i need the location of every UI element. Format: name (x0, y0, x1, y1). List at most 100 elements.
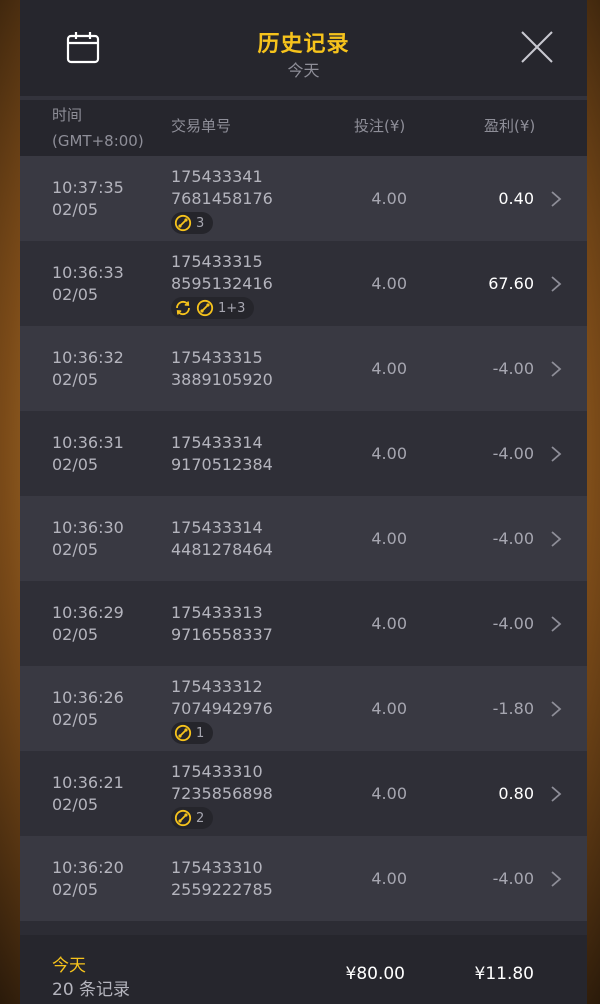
history-row[interactable]: 10:36:33 02/05 175433315 8595132416 1+3 4.00 6… (20, 241, 587, 326)
row-profit: -4.00 (492, 444, 534, 463)
row-time-value: 10:36:30 (52, 518, 124, 537)
row-order-id: 175433313 9716558337 (171, 602, 273, 646)
chevron-right-icon[interactable] (550, 870, 562, 888)
column-time-label: 时间 (52, 106, 83, 124)
chevron-right-icon[interactable] (550, 530, 562, 548)
row-date-value: 02/05 (52, 455, 99, 474)
chevron-right-icon[interactable] (550, 785, 562, 803)
history-row[interactable]: 10:36:30 02/05 175433314 4481278464 4.00 -4.0… (20, 496, 587, 581)
history-row[interactable]: 10:36:20 02/05 175433310 2559222785 4.00 -4.0… (20, 836, 587, 921)
row-profit: -4.00 (492, 359, 534, 378)
row-order-id: 175433310 2559222785 (171, 857, 273, 901)
row-order-part1: 175433312 (171, 677, 263, 696)
row-order-part1: 175433341 (171, 167, 263, 186)
row-time-value: 10:36:29 (52, 603, 124, 622)
row-bet: 4.00 (371, 444, 407, 463)
row-bet: 4.00 (371, 869, 407, 888)
row-time-value: 10:36:21 (52, 773, 124, 792)
row-order-part2: 9716558337 (171, 625, 273, 644)
feature-badge: 2 (171, 807, 214, 829)
row-time-value: 10:36:26 (52, 688, 124, 707)
free-spin-icon (174, 809, 192, 827)
row-order-part1: 175433315 (171, 252, 263, 271)
row-time: 10:36:30 02/05 (52, 517, 124, 561)
feature-badge: 1 (171, 722, 214, 744)
row-bet: 4.00 (371, 274, 407, 293)
history-panel: 历史记录 今天 时间 (GMT+8:00) 交易单号 投注(¥) 盈利(¥) 1… (20, 0, 587, 1004)
row-profit: -4.00 (492, 614, 534, 633)
row-date-value: 02/05 (52, 625, 99, 644)
row-time: 10:36:29 02/05 (52, 602, 124, 646)
row-profit: 0.80 (498, 784, 534, 803)
summary-count: 20 条记录 (52, 980, 131, 1000)
summary-total-profit: ¥11.80 (474, 964, 534, 984)
row-time-value: 10:36:31 (52, 433, 124, 452)
row-order-id: 175433315 8595132416 (171, 251, 273, 295)
column-order: 交易单号 (171, 117, 232, 135)
feature-badge-count: 1+3 (218, 300, 246, 316)
free-spin-icon (174, 214, 192, 232)
chevron-right-icon[interactable] (550, 190, 562, 208)
row-order-part1: 175433310 (171, 762, 263, 781)
row-order-part1: 175433313 (171, 603, 263, 622)
respin-icon (176, 300, 190, 316)
row-order-id: 175433310 7235856898 (171, 761, 273, 805)
row-bet: 4.00 (371, 529, 407, 548)
free-spin-icon (196, 299, 214, 317)
row-profit: 0.40 (498, 189, 534, 208)
row-time-value: 10:36:32 (52, 348, 124, 367)
date-filter-label: 今天 (287, 61, 320, 80)
history-row[interactable]: 10:36:31 02/05 175433314 9170512384 4.00 -4.0… (20, 411, 587, 496)
row-bet: 4.00 (371, 699, 407, 718)
column-profit: 盈利(¥) (484, 117, 536, 135)
row-order-part2: 4481278464 (171, 540, 273, 559)
history-list: 10:37:35 02/05 175433341 7681458176 3 4.00 0.4… (20, 156, 587, 921)
chevron-right-icon[interactable] (550, 445, 562, 463)
row-date-value: 02/05 (52, 795, 99, 814)
row-time: 10:37:35 02/05 (52, 177, 124, 221)
row-bet: 4.00 (371, 614, 407, 633)
history-row[interactable]: 10:36:21 02/05 175433310 7235856898 2 4.00 0.8… (20, 751, 587, 836)
row-time: 10:36:26 02/05 (52, 687, 124, 731)
row-date-value: 02/05 (52, 880, 99, 899)
chevron-right-icon[interactable] (550, 700, 562, 718)
column-bet: 投注(¥) (354, 117, 406, 135)
history-row[interactable]: 10:37:35 02/05 175433341 7681458176 3 4.00 0.4… (20, 156, 587, 241)
history-row[interactable]: 10:36:32 02/05 175433315 3889105920 4.00 -4.0… (20, 326, 587, 411)
column-header: 时间 (GMT+8:00) 交易单号 投注(¥) 盈利(¥) (20, 100, 587, 156)
close-icon[interactable] (518, 28, 556, 66)
row-order-id: 175433314 4481278464 (171, 517, 273, 561)
chevron-right-icon[interactable] (550, 275, 562, 293)
column-time: 时间 (GMT+8:00) (52, 102, 144, 154)
row-profit: -1.80 (492, 699, 534, 718)
row-order-id: 175433341 7681458176 (171, 166, 273, 210)
feature-badge-count: 3 (196, 215, 205, 231)
row-profit: -4.00 (492, 869, 534, 888)
chevron-right-icon[interactable] (550, 360, 562, 378)
row-order-part1: 175433314 (171, 518, 263, 537)
history-row[interactable]: 10:36:29 02/05 175433313 9716558337 4.00 -4.0… (20, 581, 587, 666)
row-date-value: 02/05 (52, 370, 99, 389)
summary-period: 今天 (52, 956, 86, 976)
row-order-id: 175433312 7074942976 (171, 676, 273, 720)
row-bet: 4.00 (371, 359, 407, 378)
row-order-part1: 175433315 (171, 348, 263, 367)
row-order-part2: 3889105920 (171, 370, 273, 389)
row-date-value: 02/05 (52, 285, 99, 304)
chevron-right-icon[interactable] (550, 615, 562, 633)
row-profit: -4.00 (492, 529, 534, 548)
row-order-part2: 7681458176 (171, 189, 273, 208)
row-order-part2: 8595132416 (171, 274, 273, 293)
row-time: 10:36:31 02/05 (52, 432, 124, 476)
row-time: 10:36:21 02/05 (52, 772, 124, 816)
row-order-part2: 7074942976 (171, 699, 273, 718)
summary-total-bet: ¥80.00 (345, 964, 405, 984)
row-time: 10:36:20 02/05 (52, 857, 124, 901)
row-date-value: 02/05 (52, 710, 99, 729)
column-time-zone: (GMT+8:00) (52, 132, 144, 150)
page-title: 历史记录 (257, 32, 350, 57)
history-row[interactable]: 10:36:26 02/05 175433312 7074942976 1 4.00 -1.… (20, 666, 587, 751)
row-order-id: 175433315 3889105920 (171, 347, 273, 391)
row-time-value: 10:37:35 (52, 178, 124, 197)
feature-badge-count: 1 (196, 725, 205, 741)
